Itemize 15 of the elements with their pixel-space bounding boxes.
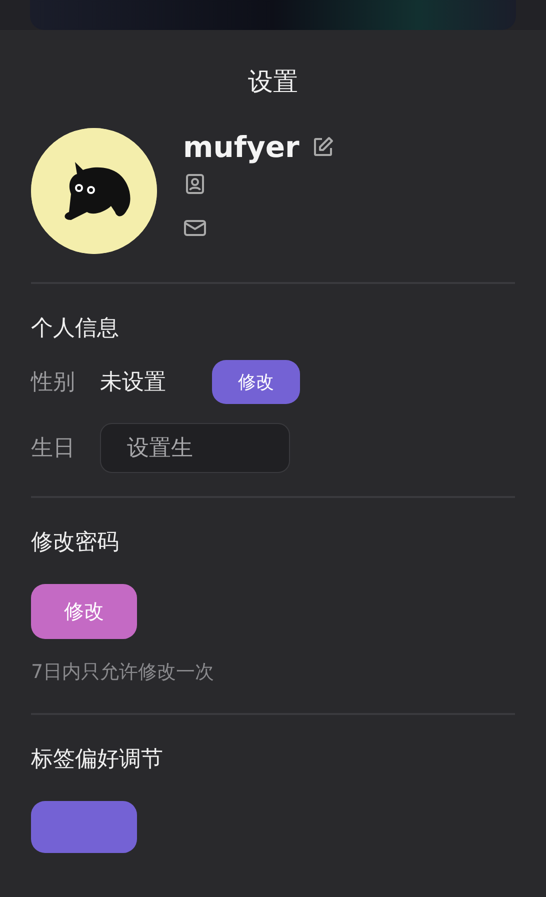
edit-button[interactable]: 修改 xyxy=(31,584,137,639)
gender-value: 未设置 xyxy=(100,369,167,397)
field-label: 生日 xyxy=(31,435,76,463)
edit-button[interactable]: 修改 xyxy=(212,360,300,404)
birthday-field[interactable]: 设置生 xyxy=(100,423,290,473)
edit-icon[interactable] xyxy=(311,135,336,159)
field-label: 性别 xyxy=(31,369,76,397)
page-title: 设置 xyxy=(247,66,299,98)
section-heading: 个人信息 xyxy=(31,315,120,343)
hint-text: 7日内只允许修改一次 xyxy=(31,660,216,685)
tag-button[interactable] xyxy=(31,801,137,853)
id-card-icon xyxy=(183,172,207,196)
section-heading: 修改密码 xyxy=(31,529,120,557)
section-heading: 标签偏好调节 xyxy=(31,746,164,774)
username: mufyer xyxy=(183,130,300,164)
